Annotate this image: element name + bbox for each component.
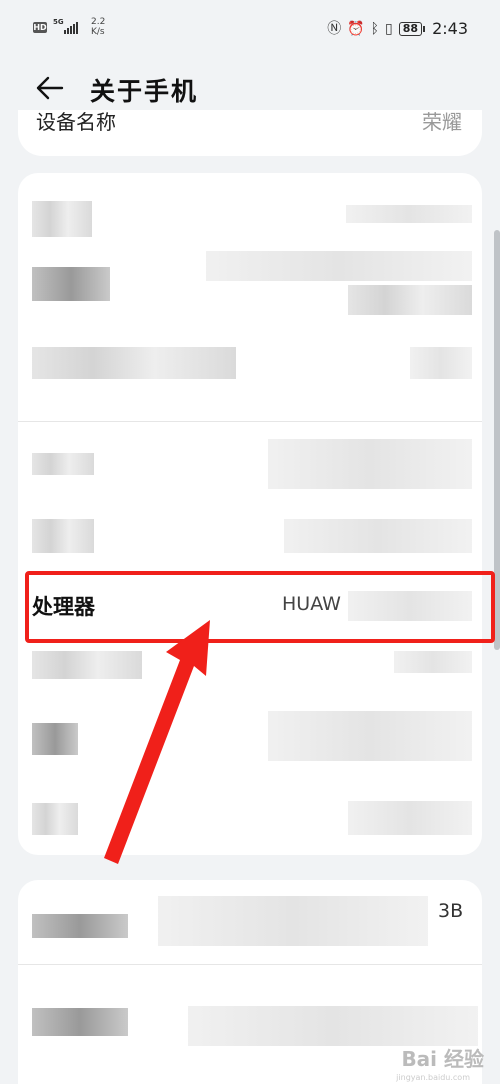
signal-type: 5G — [53, 18, 64, 26]
info-row — [18, 693, 482, 773]
signal-icon: 5G — [53, 18, 79, 34]
blurred-value — [188, 1006, 478, 1046]
info-row — [18, 515, 482, 571]
device-name-label: 设备名称 — [36, 110, 116, 134]
watermark-subtext: jingyan.baidu.com — [396, 1073, 470, 1082]
arrow-left-icon — [36, 76, 64, 100]
blurred-label — [32, 723, 78, 755]
blurred-value — [268, 439, 472, 489]
blurred-label — [32, 519, 94, 553]
blurred-value — [268, 711, 472, 761]
blurred-label — [32, 651, 142, 679]
blurred-label — [32, 453, 94, 475]
storage-value-fragment: 3B — [438, 900, 464, 922]
device-name-card[interactable]: 设备名称 荣耀 — [18, 110, 482, 156]
back-button[interactable] — [32, 70, 68, 106]
blurred-value — [410, 347, 472, 379]
info-row — [18, 173, 482, 251]
info-row — [18, 773, 482, 853]
nfc-icon: Ⓝ — [327, 20, 342, 37]
info-row — [18, 251, 482, 347]
blurred-label — [32, 914, 128, 938]
hd-icon: HD — [33, 21, 47, 33]
highlight-box — [25, 571, 495, 643]
divider — [18, 421, 482, 422]
watermark: Bai 经验 — [401, 1047, 484, 1071]
info-row — [18, 435, 482, 515]
blurred-value — [206, 251, 472, 281]
blurred-label — [32, 803, 78, 835]
status-bar: HD 5G 2.2 K/s Ⓝ ⏰ ᛒ ▯ 88 2:43 — [0, 0, 500, 56]
blurred-value — [348, 285, 472, 315]
status-left: HD 5G 2.2 K/s — [33, 17, 105, 37]
network-speed-value: 2.2 — [91, 17, 106, 27]
device-info-card: 处理器 HUAW — [18, 173, 482, 855]
blurred-value — [346, 205, 472, 223]
blurred-label — [32, 347, 236, 379]
blurred-label — [32, 201, 92, 237]
blurred-value — [394, 651, 472, 673]
status-right: Ⓝ ⏰ ᛒ ▯ 88 2:43 — [327, 19, 468, 38]
network-speed-unit: K/s — [91, 27, 105, 37]
info-row — [18, 643, 482, 693]
blurred-value — [348, 801, 472, 835]
vibrate-icon: ▯ — [385, 20, 393, 37]
blurred-value — [158, 896, 428, 946]
blurred-value — [284, 519, 472, 553]
info-row — [18, 347, 482, 407]
clock: 2:43 — [432, 19, 468, 38]
network-speed: 2.2 K/s — [91, 17, 105, 37]
divider — [18, 964, 482, 965]
bluetooth-icon: ᛒ — [370, 20, 380, 37]
device-name-value: 荣耀 — [422, 110, 462, 134]
page-title: 关于手机 — [90, 77, 199, 106]
alarm-icon: ⏰ — [347, 20, 365, 37]
blurred-label — [32, 267, 110, 301]
battery-indicator: 88 — [398, 21, 426, 36]
blurred-label — [32, 1008, 128, 1036]
info-row: 3B — [18, 880, 482, 962]
